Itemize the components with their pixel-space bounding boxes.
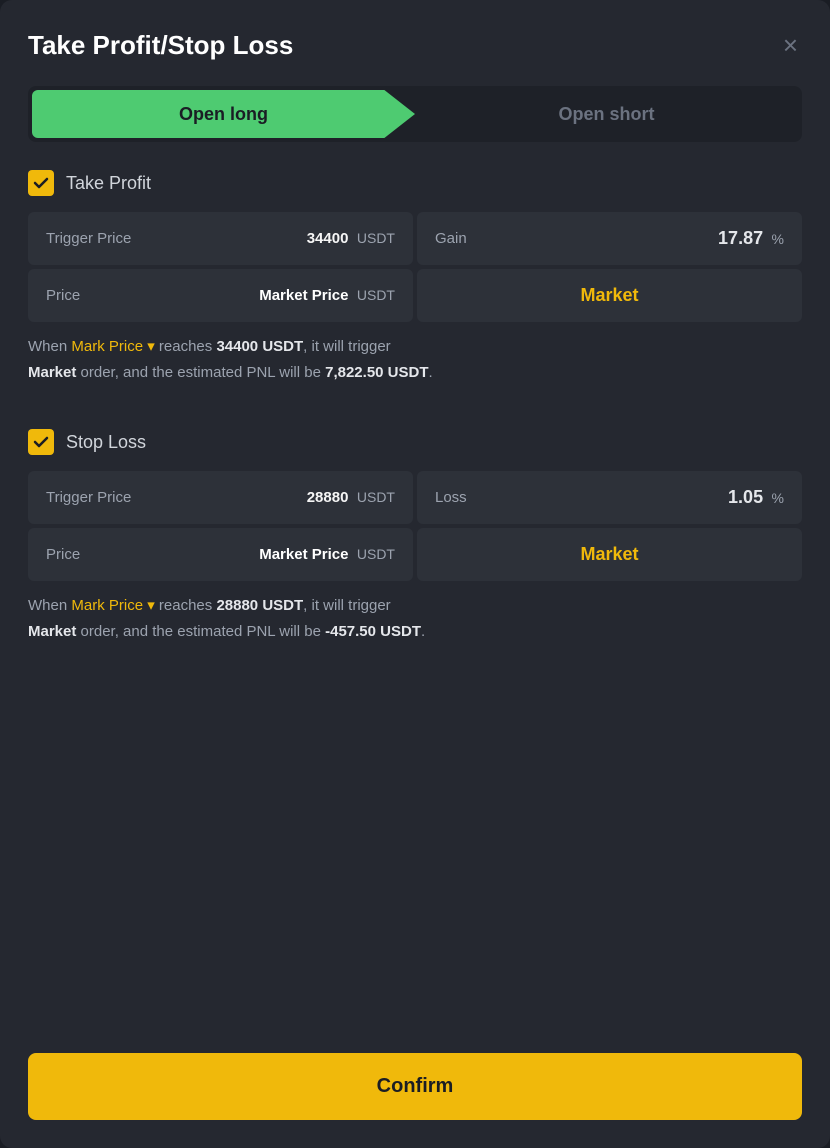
take-profit-price-label: Price — [46, 287, 80, 304]
stop-loss-checkbox[interactable] — [28, 429, 54, 455]
stop-loss-price-value: Market Price — [259, 546, 348, 563]
take-profit-info-period: . — [429, 364, 433, 381]
take-profit-trigger-info: 34400 USDT — [216, 338, 303, 355]
stop-loss-trigger-label: Trigger Price — [46, 489, 131, 506]
modal-title: Take Profit/Stop Loss — [28, 30, 293, 61]
take-profit-gain-label: Gain — [435, 230, 467, 247]
take-profit-price-field[interactable]: Price Market Price USDT — [28, 269, 413, 322]
stop-loss-loss-value: 1.05 — [728, 487, 763, 507]
take-profit-section: Take Profit Trigger Price 34400 USDT Gai… — [28, 170, 802, 409]
take-profit-trigger-value: 34400 — [307, 230, 349, 247]
take-profit-mark-price[interactable]: Mark Price ▾ — [71, 338, 154, 355]
take-profit-gain-value: 17.87 — [718, 228, 763, 248]
modal-header: Take Profit/Stop Loss × — [28, 28, 802, 62]
take-profit-order-info: Market — [28, 364, 76, 381]
take-profit-info-part3: , it will trigger — [303, 338, 391, 355]
take-profit-header: Take Profit — [28, 170, 802, 196]
stop-loss-order-info: Market — [28, 623, 76, 640]
stop-loss-loss-field: Loss 1.05 % — [417, 471, 802, 524]
stop-loss-label: Stop Loss — [66, 432, 146, 453]
tab-open-short[interactable]: Open short — [415, 90, 798, 138]
stop-loss-loss-unit: % — [772, 490, 784, 506]
stop-loss-mark-price[interactable]: Mark Price ▾ — [71, 597, 154, 614]
stop-loss-info-period: . — [421, 623, 425, 640]
stop-loss-info-part3: , it will trigger — [303, 597, 391, 614]
take-profit-trigger-field[interactable]: Trigger Price 34400 USDT — [28, 212, 413, 265]
stop-loss-price-unit: USDT — [357, 546, 395, 562]
take-profit-info-part4: order, and the estimated PNL will be — [76, 364, 325, 381]
tab-container: Open long Open short — [28, 86, 802, 142]
close-button[interactable]: × — [779, 28, 802, 62]
take-profit-gain-field: Gain 17.87 % — [417, 212, 802, 265]
stop-loss-trigger-field[interactable]: Trigger Price 28880 USDT — [28, 471, 413, 524]
take-profit-info: When Mark Price ▾ reaches 34400 USDT, it… — [28, 334, 802, 385]
take-profit-trigger-row: Trigger Price 34400 USDT Gain 17.87 % — [28, 212, 802, 265]
take-profit-info-part1: When — [28, 338, 71, 355]
stop-loss-trigger-row: Trigger Price 28880 USDT Loss 1.05 % — [28, 471, 802, 524]
take-profit-info-part2: reaches — [155, 338, 217, 355]
stop-loss-trigger-info: 28880 USDT — [216, 597, 303, 614]
spacer — [28, 688, 802, 1053]
take-profit-pnl-info: 7,822.50 USDT — [325, 364, 428, 381]
take-profit-gain-unit: % — [772, 231, 784, 247]
stop-loss-price-label: Price — [46, 546, 80, 563]
take-profit-price-unit: USDT — [357, 287, 395, 303]
take-profit-label: Take Profit — [66, 173, 151, 194]
stop-loss-info-part4: order, and the estimated PNL will be — [76, 623, 325, 640]
take-profit-price-value: Market Price — [259, 287, 348, 304]
stop-loss-pnl-info: -457.50 USDT — [325, 623, 421, 640]
stop-loss-trigger-unit: USDT — [357, 489, 395, 505]
stop-loss-market-button[interactable]: Market — [417, 528, 802, 581]
take-profit-trigger-unit: USDT — [357, 230, 395, 246]
stop-loss-info: When Mark Price ▾ reaches 28880 USDT, it… — [28, 593, 802, 644]
take-profit-price-row: Price Market Price USDT Market — [28, 269, 802, 322]
take-profit-checkbox[interactable] — [28, 170, 54, 196]
stop-loss-header: Stop Loss — [28, 429, 802, 455]
stop-loss-info-part2: reaches — [155, 597, 217, 614]
modal-container: Take Profit/Stop Loss × Open long Open s… — [0, 0, 830, 1148]
stop-loss-trigger-value: 28880 — [307, 489, 349, 506]
take-profit-market-button[interactable]: Market — [417, 269, 802, 322]
stop-loss-loss-label: Loss — [435, 489, 467, 506]
stop-loss-info-part1: When — [28, 597, 71, 614]
stop-loss-price-row: Price Market Price USDT Market — [28, 528, 802, 581]
stop-loss-section: Stop Loss Trigger Price 28880 USDT Loss … — [28, 429, 802, 668]
confirm-button[interactable]: Confirm — [28, 1053, 802, 1120]
stop-loss-price-field[interactable]: Price Market Price USDT — [28, 528, 413, 581]
take-profit-trigger-label: Trigger Price — [46, 230, 131, 247]
tab-open-long[interactable]: Open long — [32, 90, 415, 138]
